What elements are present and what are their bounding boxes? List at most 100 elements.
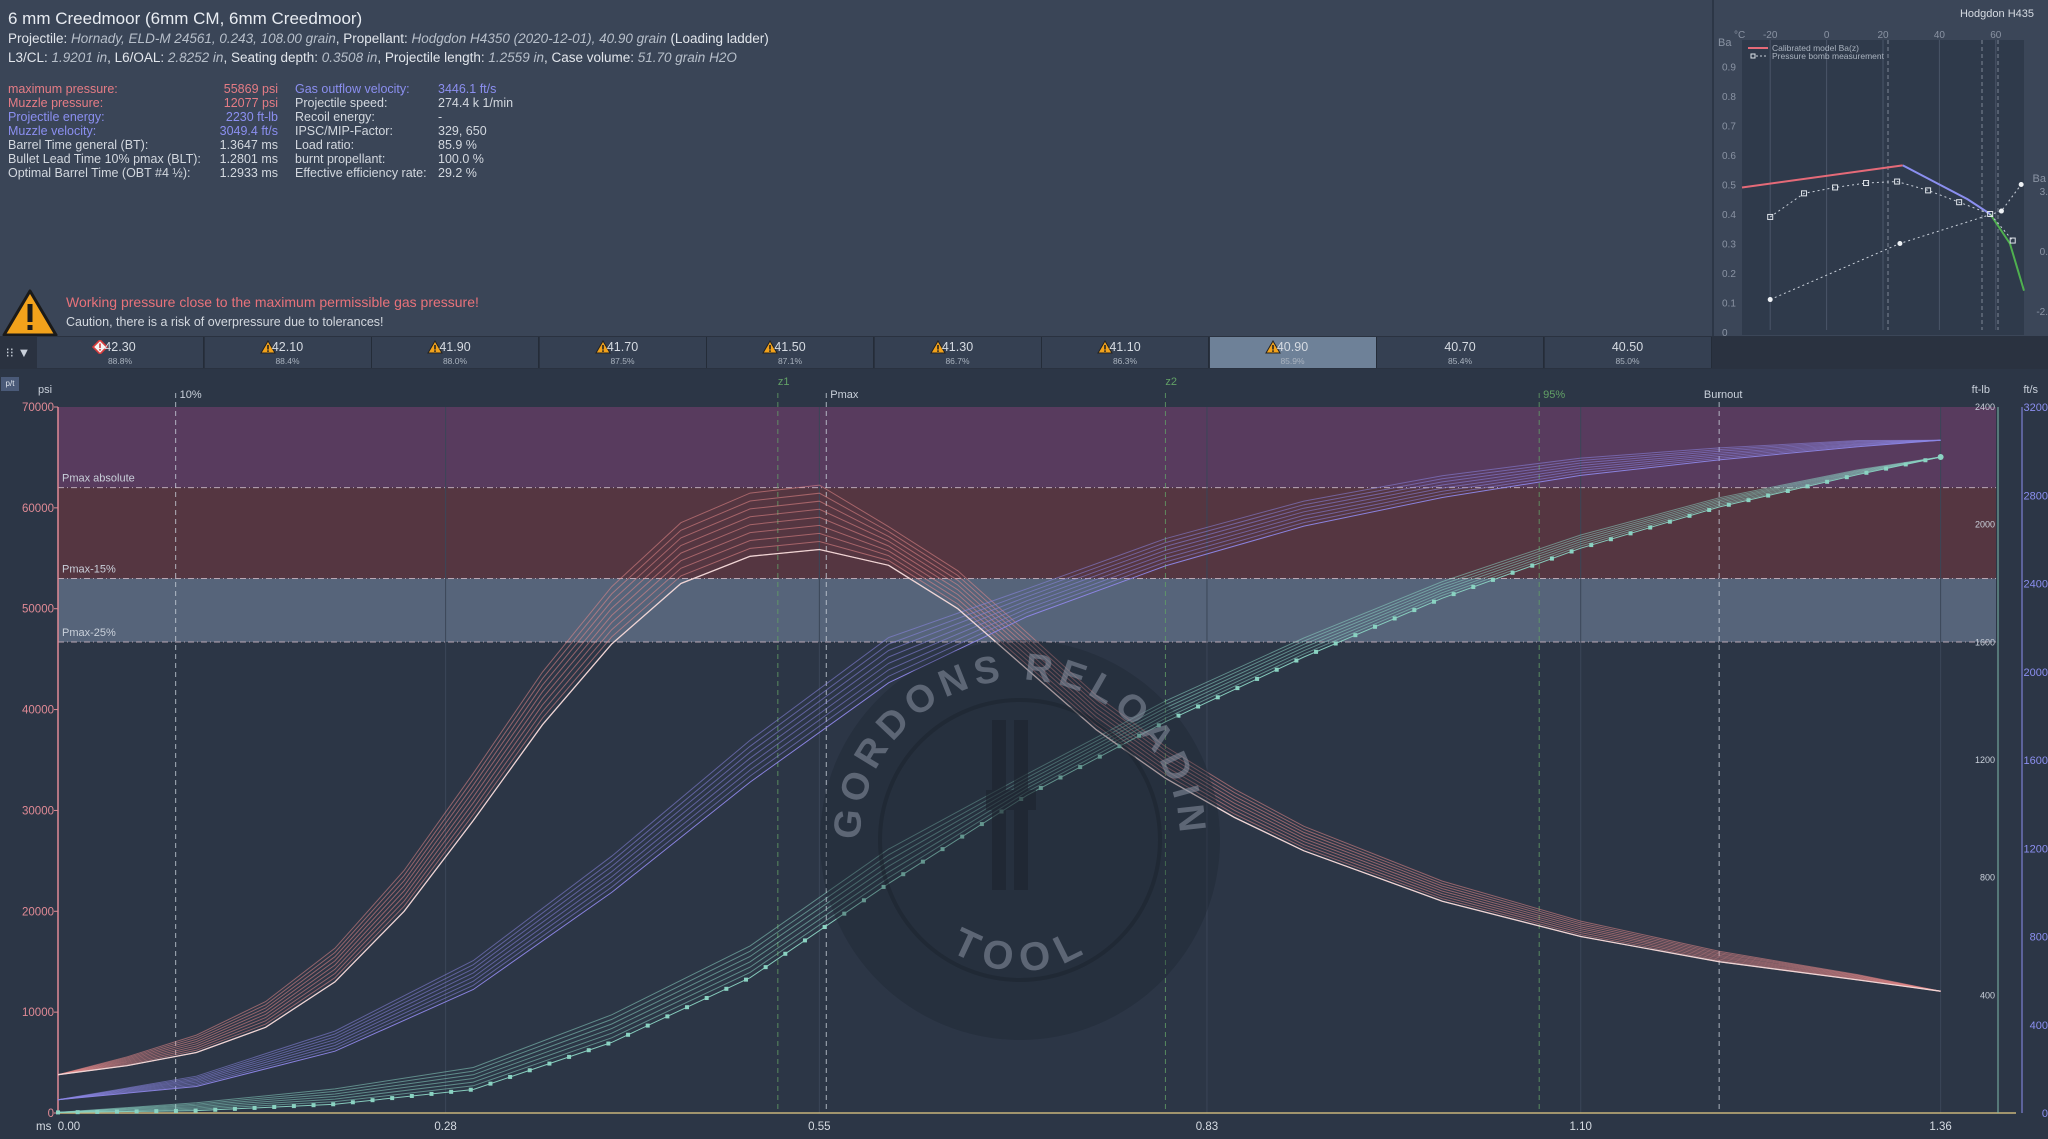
energy-point [1176, 713, 1181, 718]
energy-point [1137, 733, 1142, 738]
energy-tick: 2400 [1975, 402, 1995, 412]
velocity-tick: 2400 [2024, 579, 2048, 591]
ladder-weight: 40.90 [1276, 340, 1309, 354]
ladder-item[interactable]: 41.70 87.5% [539, 337, 707, 368]
energy-point [75, 1110, 80, 1115]
ladder-item[interactable]: 40.90 85.9% [1209, 337, 1377, 368]
result-label: Muzzle pressure: [8, 96, 104, 110]
warning-icon [2, 289, 58, 337]
x-tick: 0.83 [1196, 1121, 1218, 1133]
energy-point [1274, 667, 1279, 672]
y-tick: 0.4 [1722, 210, 1736, 221]
marker-label: Pmax [830, 389, 859, 401]
energy-point [272, 1105, 277, 1110]
energy-point [1667, 519, 1672, 524]
energy-point [1353, 633, 1358, 638]
ladder-item[interactable]: 41.50 87.1% [707, 337, 874, 368]
result-label: Effective efficiency rate: [295, 166, 427, 180]
line2-part: 0.3508 in [321, 50, 378, 65]
energy-point [173, 1108, 178, 1113]
x-unit: ms [36, 1121, 52, 1133]
energy-point [409, 1093, 414, 1098]
energy-point [1038, 785, 1043, 790]
energy-point [1215, 695, 1220, 700]
y-tick: 20000 [22, 906, 54, 918]
result-label: burnt propellant: [295, 152, 386, 166]
ladder-weight: 40.50 [1611, 340, 1644, 354]
dimensions-line: L3/CL: 1.9201 in, L6/OAL: 2.8252 in, Sea… [8, 50, 737, 65]
energy-point [1314, 649, 1319, 654]
energy-point [547, 1061, 552, 1066]
x-tick: 1.10 [1570, 1121, 1592, 1133]
ladder-percent: 85.0% [1615, 356, 1640, 366]
y-tick: 70000 [22, 402, 54, 414]
energy-tick: 800 [1980, 873, 1995, 883]
energy-point [743, 977, 748, 982]
ladder-item[interactable]: 42.30 88.8% [37, 337, 204, 368]
ladder-item[interactable]: 40.50 85.0% [1544, 337, 1712, 368]
temp-point [1897, 241, 1903, 246]
result-value: 29.2 % [438, 166, 477, 180]
energy-point [527, 1068, 532, 1073]
ladder-percent: 87.5% [610, 356, 635, 366]
ladder-weight: 41.70 [606, 340, 639, 354]
y-tick: 0.9 [1722, 63, 1736, 74]
energy-point [1805, 484, 1810, 489]
velocity-tick: 1600 [2024, 755, 2048, 767]
marker-label: z2 [1165, 376, 1177, 388]
ladder-item[interactable]: 42.10 88.4% [204, 337, 372, 368]
result-value: 1.3647 ms [219, 138, 278, 152]
result-label: Barrel Time general (BT): [8, 138, 149, 152]
temp-point [1767, 297, 1773, 303]
ladder-percent: 86.7% [945, 356, 970, 366]
y-label: Ba [1718, 37, 1732, 49]
energy-point [783, 951, 788, 956]
energy-point [842, 911, 847, 916]
ladder-item[interactable]: 41.10 86.3% [1042, 337, 1209, 368]
x-tick: 0.28 [434, 1121, 456, 1133]
ladder-item[interactable]: 40.70 85.4% [1377, 337, 1544, 368]
energy-point [763, 965, 768, 970]
ladder-item[interactable]: 41.90 88.0% [372, 337, 539, 368]
ladder-percent: 88.8% [107, 356, 133, 366]
energy-point [1294, 658, 1299, 663]
temp-point [2018, 182, 2024, 187]
ladder-toggle-button[interactable]: ⁝⁝ ▼ [0, 336, 36, 369]
mini-title: Hodgdon H435 [1960, 8, 2034, 20]
energy-point [114, 1109, 119, 1114]
velocity-tick: 3200 [2024, 402, 2048, 414]
energy-point [1884, 466, 1889, 471]
energy-point [1766, 493, 1771, 498]
result-value: 3049.4 ft/s [219, 124, 278, 138]
marker-label: 10% [180, 389, 202, 401]
energy-point [311, 1103, 316, 1108]
energy-point [291, 1104, 296, 1109]
energy-point [1373, 624, 1378, 629]
result-value: 274.4 k 1/min [438, 96, 514, 110]
energy-point [1569, 549, 1574, 554]
x-tick: 0.00 [58, 1121, 80, 1133]
marker-label: z1 [778, 376, 790, 388]
line2-part: 2.8252 in [167, 50, 224, 65]
line2-part: , Case volume: [543, 50, 638, 65]
ladder-weight: 42.30 [104, 340, 136, 354]
y-tick: 0 [1722, 328, 1728, 336]
ladder-weight: 41.30 [941, 340, 974, 354]
result-label: Projectile energy: [8, 110, 105, 124]
energy-point [1608, 537, 1613, 542]
ladder-item[interactable]: 41.30 86.7% [874, 337, 1042, 368]
energy-point [685, 1005, 690, 1010]
ladder-weight: 40.70 [1444, 340, 1476, 354]
y-tick: 0.3 [1722, 240, 1736, 251]
result-value: 12077 psi [223, 96, 278, 110]
energy-point [232, 1106, 237, 1111]
energy-point [1156, 723, 1161, 728]
line2-part: , Projectile length: [377, 50, 489, 65]
energy-point [56, 1110, 60, 1115]
energy-point [1510, 570, 1515, 575]
results-panel: maximum pressure: 55869 psi Muzzle pressur… [0, 72, 1712, 337]
pt-toggle-button[interactable]: p/t [1, 377, 19, 391]
energy-point [1726, 502, 1731, 507]
energy-point [567, 1054, 572, 1059]
energy-point [1903, 462, 1908, 467]
